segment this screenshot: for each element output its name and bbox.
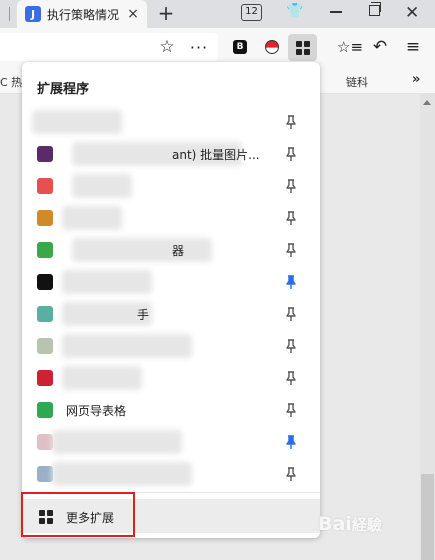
- tab-title: 执行策略情况: [47, 7, 120, 22]
- extension-icon: [37, 370, 53, 386]
- redacted-region: [32, 110, 122, 134]
- extension-name: 网页导表格: [66, 404, 127, 418]
- bookmark-star-icon[interactable]: ☆: [157, 37, 177, 57]
- pin-icon[interactable]: [283, 338, 299, 354]
- extension-icon: [37, 466, 53, 482]
- extension-item[interactable]: [22, 266, 320, 298]
- tab-count-button[interactable]: 12: [241, 4, 262, 21]
- bookmark-item[interactable]: 链科: [346, 74, 368, 90]
- extension-item[interactable]: [22, 426, 320, 458]
- panel-title: 扩展程序: [37, 82, 90, 97]
- redacted-region: [52, 430, 182, 454]
- extensions-grid-icon: [296, 41, 310, 55]
- extension-icon: [37, 274, 53, 290]
- extension-item[interactable]: 手: [22, 298, 320, 330]
- extension-item[interactable]: 网页导表格: [22, 394, 320, 426]
- redacted-region: [62, 366, 142, 390]
- pin-icon[interactable]: [283, 434, 299, 450]
- redacted-region: [62, 270, 152, 294]
- new-tab-button[interactable]: +: [155, 2, 177, 24]
- extension-b-label: B: [233, 40, 247, 54]
- undo-icon[interactable]: ↶: [370, 37, 390, 57]
- extension-item[interactable]: 器: [22, 234, 320, 266]
- pin-icon[interactable]: [283, 306, 299, 322]
- bookmark-item[interactable]: C 热: [0, 74, 22, 90]
- tab-divider: [9, 7, 10, 21]
- pin-icon[interactable]: [283, 274, 299, 290]
- window-close-icon[interactable]: ✕: [405, 3, 419, 23]
- extension-item[interactable]: [22, 330, 320, 362]
- redacted-region: [72, 174, 132, 198]
- more-options-icon[interactable]: ···: [189, 37, 209, 57]
- pin-icon[interactable]: [283, 210, 299, 226]
- address-bar[interactable]: [0, 33, 218, 61]
- maximize-icon[interactable]: [369, 2, 381, 16]
- extension-icon: [37, 210, 53, 226]
- redacted-region: [52, 462, 192, 486]
- extension-b-icon[interactable]: B: [230, 37, 250, 57]
- extension-icon: [37, 178, 53, 194]
- scroll-up-arrow-icon[interactable]: [423, 100, 431, 105]
- extension-name: 器: [172, 244, 185, 258]
- extension-icon: [37, 146, 53, 162]
- pin-icon[interactable]: [283, 466, 299, 482]
- minimize-icon[interactable]: [330, 11, 342, 13]
- browser-tab[interactable]: J 执行策略情况 ×: [17, 0, 147, 28]
- extension-icon: [37, 338, 53, 354]
- bookmarks-more-icon[interactable]: »: [412, 72, 420, 87]
- extension-item[interactable]: [22, 202, 320, 234]
- extension-icon: [37, 242, 53, 258]
- pin-icon[interactable]: [283, 146, 299, 162]
- pin-icon[interactable]: [283, 242, 299, 258]
- extensions-menu-button[interactable]: [288, 34, 317, 61]
- main-menu-icon[interactable]: ≡: [403, 37, 423, 57]
- extensions-panel: 扩展程序 ant) 批量图片... 器手网页导表格 更多扩展: [22, 62, 320, 538]
- annotation-highlight-box: [21, 492, 135, 537]
- pokeball-extension-icon[interactable]: [262, 37, 282, 57]
- redacted-region: [72, 238, 212, 262]
- extension-name: 手: [137, 308, 150, 322]
- redacted-region: [62, 206, 122, 230]
- extension-icon: [37, 434, 53, 450]
- pin-icon[interactable]: [283, 370, 299, 386]
- extension-icon: [37, 402, 53, 418]
- extension-icon: [37, 306, 53, 322]
- extension-item[interactable]: [22, 362, 320, 394]
- tab-favicon-icon: J: [25, 6, 41, 22]
- extension-item[interactable]: [22, 106, 320, 138]
- scrollbar-thumb[interactable]: [421, 474, 434, 560]
- extension-name: ant) 批量图片...: [172, 148, 260, 162]
- pin-icon[interactable]: [283, 114, 299, 130]
- extension-item[interactable]: [22, 170, 320, 202]
- tab-strip: J 执行策略情况 × + 12 👕 ✕: [0, 0, 435, 28]
- favorites-list-icon[interactable]: ☆≡: [337, 37, 363, 57]
- watermark-logo: Bai経驗: [318, 513, 382, 535]
- extension-item[interactable]: ant) 批量图片...: [22, 138, 320, 170]
- pin-icon[interactable]: [283, 402, 299, 418]
- tab-close-icon[interactable]: ×: [125, 6, 141, 22]
- shirt-icon[interactable]: 👕: [286, 3, 304, 21]
- pin-icon[interactable]: [283, 178, 299, 194]
- extension-item[interactable]: [22, 458, 320, 490]
- redacted-region: [62, 334, 192, 358]
